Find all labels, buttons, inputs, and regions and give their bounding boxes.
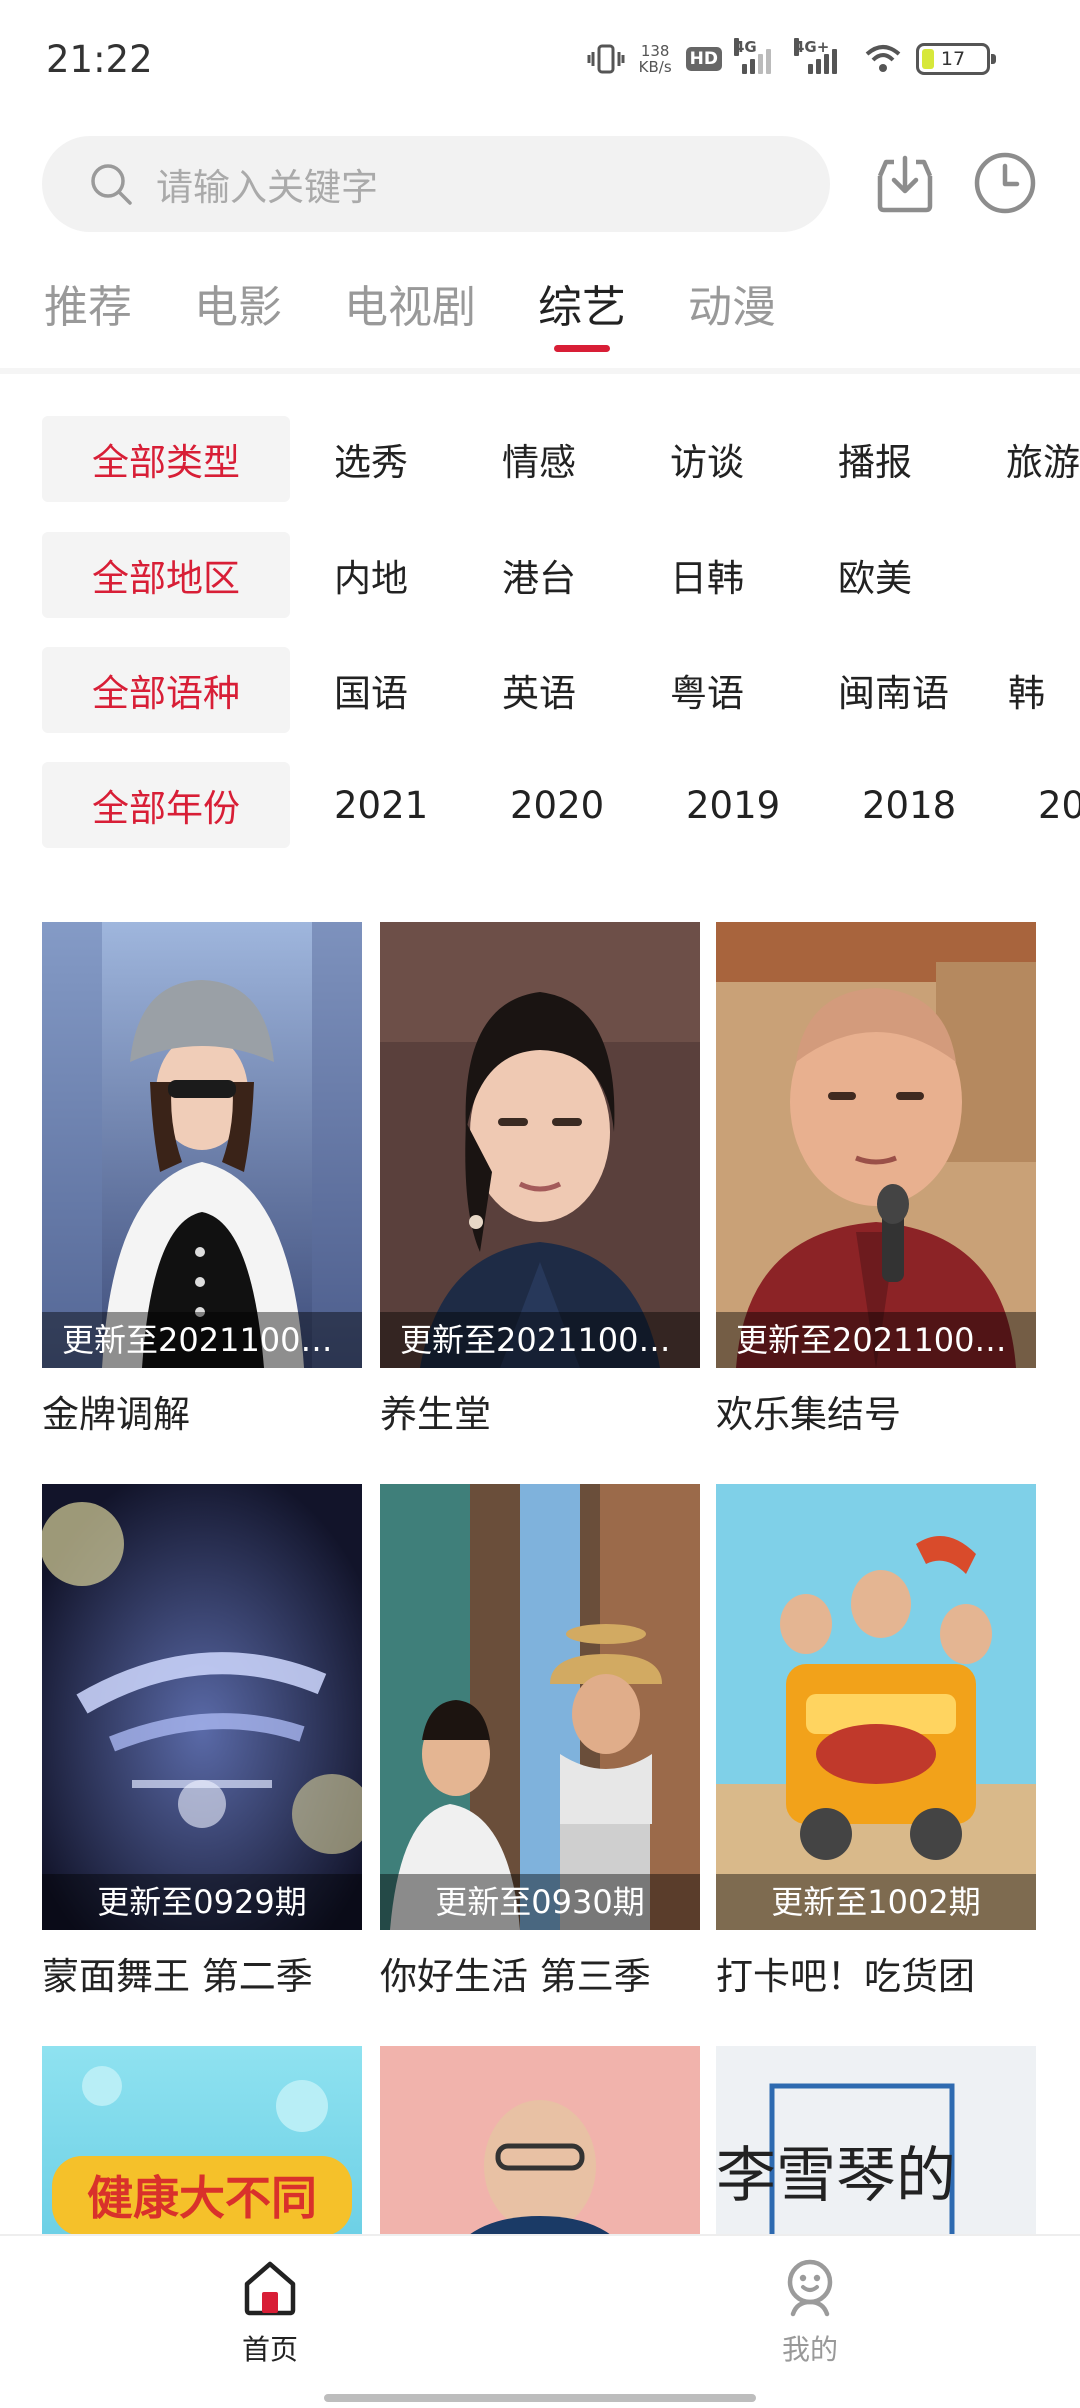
show-title: 欢乐集结号 [716, 1393, 901, 1436]
nav-home[interactable]: 首页 [200, 2256, 340, 2368]
show-card[interactable]: 更新至2021100… 欢乐集结号 [716, 922, 1036, 1438]
filter-option[interactable]: 旅游 [1006, 432, 1080, 486]
net-speed-value: 138 [640, 42, 670, 60]
update-badge: 更新至0930期 [380, 1874, 700, 1930]
download-button[interactable] [872, 150, 938, 216]
show-card[interactable]: 更新至2021100… 养生堂 [380, 922, 700, 1438]
filter-option[interactable]: 闽南语 [838, 663, 988, 717]
nav-home-label: 首页 [241, 2333, 298, 2366]
filter-all-types[interactable]: 全部类型 [42, 416, 290, 502]
filter-row-language: 全部语种 国语 英语 粤语 闽南语 韩 [42, 647, 1080, 733]
show-title: 你好生活 第三季 [380, 1955, 651, 1998]
battery-icon: 17 [916, 43, 996, 75]
net-speed: 138 KB/s [639, 43, 672, 75]
tab-movies[interactable]: 电影 [194, 278, 282, 358]
signal-4g-icon: 4G [734, 38, 782, 74]
show-title: 蒙面舞王 第二季 [42, 1955, 313, 1998]
show-poster: 更新至0930期 [380, 1484, 700, 1930]
signal2-label: 4G+ [794, 38, 830, 56]
filter-all-regions[interactable]: 全部地区 [42, 532, 290, 618]
search-icon [91, 164, 132, 205]
net-speed-unit: KB/s [638, 58, 672, 76]
history-button[interactable] [972, 150, 1038, 216]
home-indicator [324, 2394, 756, 2402]
show-poster: 更新至2021100… [716, 922, 1036, 1368]
filter-option[interactable]: 2021 [334, 784, 466, 827]
wifi-icon [864, 44, 902, 74]
filter-option[interactable]: 内地 [334, 548, 458, 602]
filter-option[interactable]: 访谈 [670, 432, 794, 486]
update-badge: 更新至2021100… [716, 1312, 1036, 1368]
filter-option[interactable]: 播报 [838, 432, 962, 486]
search-input[interactable]: 请输入关键字 [42, 136, 830, 232]
tab-anime[interactable]: 动漫 [688, 278, 776, 358]
show-card[interactable]: 更新至0929期 蒙面舞王 第二季 [42, 1484, 362, 2000]
home-icon [244, 2261, 296, 2316]
signal1-label: 4G [734, 38, 757, 56]
signal-4g-plus-icon: 4G+ [794, 38, 850, 74]
tab-label: 动漫 [688, 282, 776, 333]
tab-tv-series[interactable]: 电视剧 [344, 278, 476, 358]
battery-tip [991, 54, 996, 64]
show-title: 金牌调解 [42, 1393, 190, 1436]
filter-option[interactable]: 选秀 [334, 432, 458, 486]
hd-icon: HD [685, 47, 722, 71]
filter-row-region: 全部地区 内地 港台 日韩 欧美 [42, 532, 962, 618]
tab-label: 电影 [194, 282, 282, 333]
filter-option[interactable]: 日韩 [670, 548, 794, 602]
show-title: 打卡吧！吃货团 [716, 1955, 975, 1998]
filter-row-year: 全部年份 2021 2020 2019 2018 20 [42, 762, 1080, 848]
filter-option[interactable]: 粤语 [670, 663, 794, 717]
nav-mine-label: 我的 [781, 2333, 838, 2366]
filter-option[interactable]: 英语 [502, 663, 626, 717]
tab-variety[interactable]: 综艺 [538, 278, 626, 358]
search-placeholder: 请输入关键字 [156, 166, 378, 209]
filter-option[interactable]: 2020 [510, 784, 642, 827]
update-badge: 更新至2021100… [42, 1312, 362, 1368]
status-bar: 21:22 138 KB/s HD 4G 4G+ 17 [0, 0, 1080, 120]
filter-option[interactable]: 2019 [686, 784, 818, 827]
show-poster: 更新至2021100… [42, 922, 362, 1368]
tab-label: 电视剧 [344, 282, 476, 333]
filter-option[interactable]: 欧美 [838, 548, 962, 602]
show-card[interactable]: 更新至1002期 打卡吧！吃货团 [716, 1484, 1036, 2000]
tab-label: 综艺 [538, 282, 626, 333]
tabs-divider [0, 368, 1080, 374]
show-card[interactable]: 更新至0930期 你好生活 第三季 [380, 1484, 700, 2000]
update-badge: 更新至2021100… [380, 1312, 700, 1368]
filter-all-languages[interactable]: 全部语种 [42, 647, 290, 733]
nav-mine[interactable]: 我的 [740, 2256, 880, 2368]
update-badge: 更新至1002期 [716, 1874, 1036, 1930]
download-icon [877, 155, 933, 213]
poster-text: 李雪琴的 [716, 2141, 956, 2211]
battery-level: 17 [940, 48, 966, 70]
vibrate-icon [587, 44, 625, 74]
filter-option[interactable]: 20 [1038, 784, 1080, 827]
show-poster: 更新至1002期 [716, 1484, 1036, 1930]
filter-all-years[interactable]: 全部年份 [42, 762, 290, 848]
poster-text: 健康大不同 [87, 2171, 317, 2225]
battery-fill [922, 49, 934, 69]
tab-label: 推荐 [44, 282, 132, 333]
filter-option[interactable]: 2018 [862, 784, 994, 827]
category-tabs: 推荐 电影 电视剧 综艺 动漫 [44, 278, 838, 358]
tab-recommend[interactable]: 推荐 [44, 278, 132, 358]
clock-icon [974, 152, 1036, 214]
show-poster: 更新至0929期 [42, 1484, 362, 1930]
bottom-nav: 首页 我的 [0, 2234, 1080, 2408]
status-time: 21:22 [46, 38, 153, 81]
filter-option[interactable]: 韩 [1008, 663, 1080, 717]
show-card[interactable]: 更新至2021100… 金牌调解 [42, 922, 362, 1438]
filter-option[interactable]: 国语 [334, 663, 458, 717]
active-tab-indicator [554, 345, 610, 352]
status-icons: 138 KB/s HD 4G 4G+ 17 [587, 36, 996, 82]
show-poster: 更新至2021100… [380, 922, 700, 1368]
filter-option[interactable]: 情感 [502, 432, 626, 486]
user-icon [787, 2259, 833, 2317]
filter-option[interactable]: 港台 [502, 548, 626, 602]
filter-row-type: 全部类型 选秀 情感 访谈 播报 旅游 [42, 416, 1080, 502]
update-badge: 更新至0929期 [42, 1874, 362, 1930]
show-title: 养生堂 [380, 1393, 491, 1436]
